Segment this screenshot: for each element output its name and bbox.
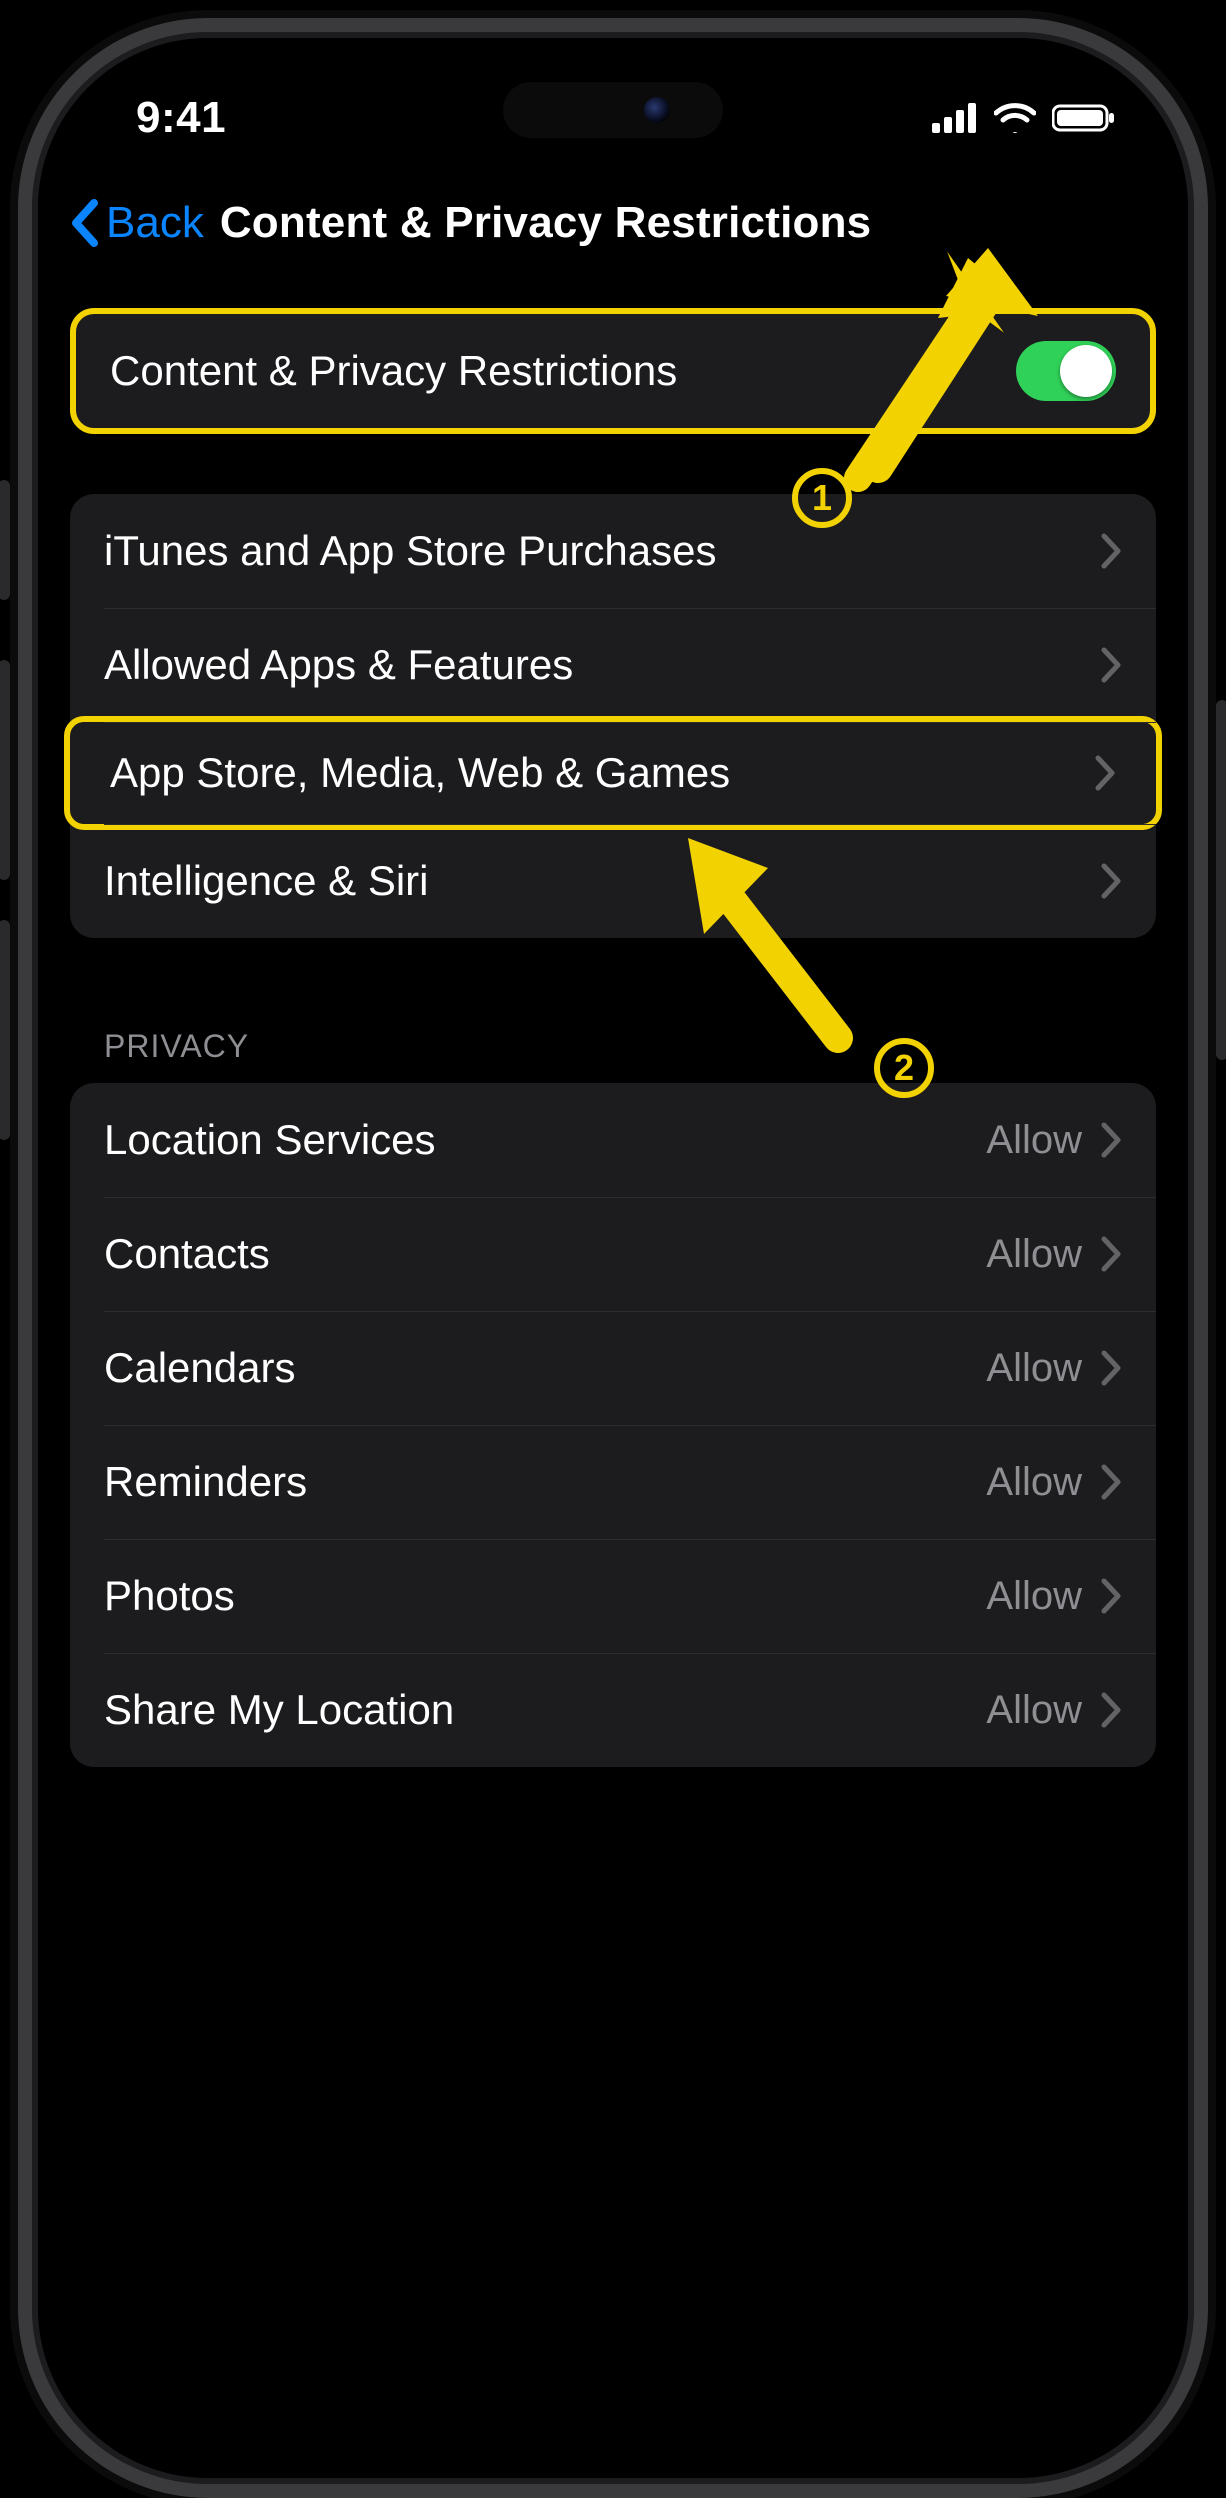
row-value: Allow xyxy=(986,1460,1082,1505)
chevron-right-icon xyxy=(1100,532,1122,570)
row-contacts[interactable]: Contacts Allow xyxy=(70,1197,1156,1311)
privacy-section-header: Privacy xyxy=(70,1028,1156,1083)
navigation-bar: Back Content & Privacy Restrictions xyxy=(38,178,1188,278)
row-intelligence-siri[interactable]: Intelligence & Siri xyxy=(70,824,1156,938)
phone-volume-up xyxy=(0,660,10,880)
chevron-right-icon xyxy=(1100,1121,1122,1159)
toggle-knob-icon xyxy=(1060,345,1112,397)
cellular-icon xyxy=(932,103,978,133)
chevron-right-icon xyxy=(1100,646,1122,684)
status-bar: 9:41 xyxy=(38,58,1188,178)
privacy-group: Location Services Allow Contacts Allow C… xyxy=(70,1083,1156,1767)
restrictions-toggle-group: Content & Privacy Restrictions xyxy=(70,308,1156,434)
row-label: Photos xyxy=(104,1572,986,1620)
phone-side-button xyxy=(1216,700,1226,1060)
chevron-right-icon xyxy=(1100,1463,1122,1501)
status-time: 9:41 xyxy=(136,93,226,143)
row-itunes-purchases[interactable]: iTunes and App Store Purchases xyxy=(70,494,1156,608)
row-location-services[interactable]: Location Services Allow xyxy=(70,1083,1156,1197)
row-value: Allow xyxy=(986,1688,1082,1733)
back-button[interactable]: Back xyxy=(68,198,204,248)
chevron-right-icon xyxy=(1100,1691,1122,1729)
phone-mute-switch xyxy=(0,480,10,600)
row-label: iTunes and App Store Purchases xyxy=(104,527,1100,575)
row-app-store-media-web[interactable]: App Store, Media, Web & Games xyxy=(64,716,1162,830)
row-value: Allow xyxy=(986,1574,1082,1619)
restrictions-toggle[interactable] xyxy=(1016,341,1116,401)
row-label: Share My Location xyxy=(104,1686,986,1734)
row-label: Allowed Apps & Features xyxy=(104,641,1100,689)
back-label: Back xyxy=(106,198,204,248)
chevron-right-icon xyxy=(1100,862,1122,900)
phone-volume-down xyxy=(0,920,10,1140)
chevron-right-icon xyxy=(1100,1577,1122,1615)
row-reminders[interactable]: Reminders Allow xyxy=(70,1425,1156,1539)
row-label: Location Services xyxy=(104,1116,986,1164)
row-photos[interactable]: Photos Allow xyxy=(70,1539,1156,1653)
battery-icon xyxy=(1052,103,1116,133)
chevron-left-icon xyxy=(68,199,102,247)
row-label: Reminders xyxy=(104,1458,986,1506)
chevron-right-icon xyxy=(1094,754,1116,792)
row-calendars[interactable]: Calendars Allow xyxy=(70,1311,1156,1425)
chevron-right-icon xyxy=(1100,1349,1122,1387)
restrictions-toggle-row[interactable]: Content & Privacy Restrictions xyxy=(76,314,1150,428)
restrictions-toggle-label: Content & Privacy Restrictions xyxy=(110,347,1016,395)
row-value: Allow xyxy=(986,1232,1082,1277)
row-label: Calendars xyxy=(104,1344,986,1392)
chevron-right-icon xyxy=(1100,1235,1122,1273)
row-value: Allow xyxy=(986,1118,1082,1163)
phone-frame: 9:41 xyxy=(18,18,1208,2498)
row-allowed-apps[interactable]: Allowed Apps & Features xyxy=(70,608,1156,722)
row-label: Contacts xyxy=(104,1230,986,1278)
status-indicators xyxy=(932,103,1116,133)
row-value: Allow xyxy=(986,1346,1082,1391)
wifi-icon xyxy=(994,103,1036,133)
row-label: App Store, Media, Web & Games xyxy=(110,749,1094,797)
row-share-my-location[interactable]: Share My Location Allow xyxy=(70,1653,1156,1767)
row-label: Intelligence & Siri xyxy=(104,857,1100,905)
content-settings-group: iTunes and App Store Purchases Allowed A… xyxy=(70,494,1156,938)
page-title: Content & Privacy Restrictions xyxy=(220,198,872,248)
